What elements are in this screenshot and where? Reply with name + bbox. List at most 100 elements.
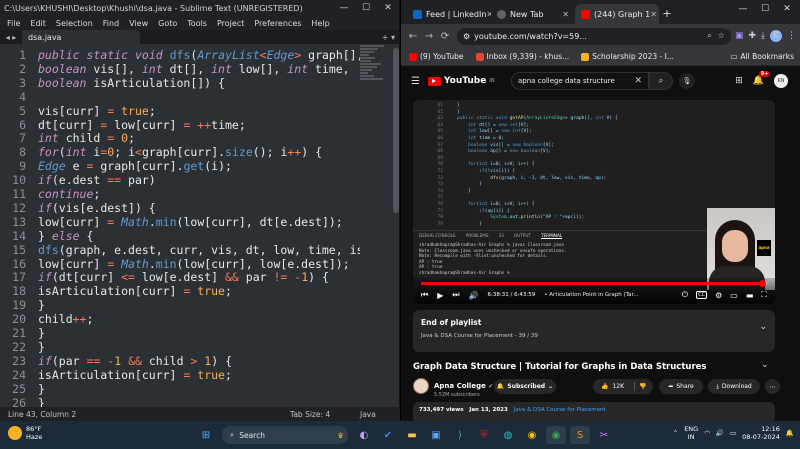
youtube-logo[interactable]: YouTube IN: [427, 76, 495, 86]
clock[interactable]: 12:16 08-07-2024: [742, 425, 780, 441]
tab-menu-icon[interactable]: + ▾: [382, 33, 399, 42]
code-line[interactable]: dt[curr] = low[curr] = ++time;: [38, 118, 246, 132]
code-line[interactable]: child++;: [38, 312, 93, 326]
search-input[interactable]: apna college data structure ✕: [511, 72, 649, 90]
theater-icon[interactable]: ▬: [746, 291, 754, 300]
description-box[interactable]: 733,497 views Jan 13, 2023 Java & DSA Co…: [413, 402, 775, 421]
code-line[interactable]: dfs(graph, e.dest, curr, vis, dt, low, t…: [38, 243, 360, 257]
sublime-text-icon[interactable]: S: [570, 426, 590, 444]
bookmark-inbox[interactable]: Inbox (9,339) - khus...: [475, 52, 569, 61]
code-line[interactable]: isArticulation[curr] = true;: [38, 368, 232, 382]
syntax-mode[interactable]: Java: [360, 410, 376, 419]
chapter-title[interactable]: • Articulation Point in Graph (Tar...: [544, 292, 638, 298]
play-icon[interactable]: ▶: [437, 291, 443, 300]
next-icon[interactable]: ⏭: [452, 290, 459, 300]
profile-avatar[interactable]: K: [770, 30, 782, 42]
vscode-icon[interactable]: ⟩: [450, 426, 470, 444]
puzzle-icon[interactable]: ✚: [748, 31, 756, 41]
back-icon[interactable]: ←: [405, 31, 421, 42]
code-line[interactable]: low[curr] = Math.min(low[curr], dt[e.des…: [38, 215, 343, 229]
code-line[interactable]: vis[curr] = true;: [38, 104, 156, 118]
maximize-icon[interactable]: ☐: [355, 3, 377, 13]
mcafee-icon[interactable]: ⛨: [474, 426, 494, 444]
notification-icon[interactable]: 🔔: [786, 429, 794, 437]
menu-preferences[interactable]: Preferences: [249, 19, 306, 28]
volume-icon[interactable]: 🔊: [469, 291, 479, 300]
forward-icon[interactable]: →: [421, 31, 437, 42]
fullscreen-icon[interactable]: ⛶: [761, 290, 767, 300]
download-button[interactable]: ⤓ Download: [708, 379, 760, 394]
code-line[interactable]: }: [38, 298, 45, 312]
channel-info[interactable]: Apna College ✔ 5.52M subscribers: [413, 378, 493, 398]
star-icon[interactable]: ☆: [718, 31, 725, 41]
reload-icon[interactable]: ⟳: [437, 31, 453, 42]
chevron-down-icon[interactable]: ⌄: [759, 322, 767, 332]
language-indicator[interactable]: ENG IN: [684, 425, 698, 441]
thumbs-down-icon[interactable]: 👎: [639, 383, 646, 390]
editor-scrollbar[interactable]: [393, 44, 399, 407]
tab-new-tab[interactable]: New Tab ✕: [491, 4, 575, 24]
menu-view[interactable]: View: [124, 19, 153, 28]
menu-selection[interactable]: Selection: [51, 19, 98, 28]
close-icon[interactable]: ✕: [377, 3, 399, 13]
code-line[interactable]: int child = 0;: [38, 131, 135, 145]
code-line[interactable]: }: [38, 396, 45, 408]
new-tab-icon[interactable]: +: [659, 7, 675, 20]
todo-check-icon[interactable]: ✔: [378, 426, 398, 444]
progress-handle[interactable]: [758, 280, 766, 287]
code-line[interactable]: if(dt[curr] <= low[e.dest] && par != -1)…: [38, 270, 329, 284]
menu-help[interactable]: Help: [306, 19, 334, 28]
chevron-down-icon[interactable]: ⌄: [761, 360, 769, 370]
chrome-icon[interactable]: ◉: [522, 426, 542, 444]
close-icon[interactable]: ✕: [562, 10, 569, 19]
taskbar-search[interactable]: ⌕ Search ♛: [222, 426, 348, 444]
code-line[interactable]: Edge e = graph[curr].get(i);: [38, 159, 232, 173]
chevron-up-icon[interactable]: ⌃: [673, 429, 678, 437]
share-button[interactable]: ➦ Share: [659, 379, 703, 394]
search-button[interactable]: ⌕: [649, 72, 673, 90]
battery-icon[interactable]: ▭: [730, 429, 736, 437]
extension-icon[interactable]: ▣: [735, 31, 744, 41]
autoplay-toggle-icon[interactable]: ⏻: [682, 290, 688, 300]
captions-icon[interactable]: CC: [696, 291, 708, 299]
video-player[interactable]: 61} 62} 63 public static void getAP(ArrayLi…: [413, 100, 775, 304]
maximize-icon[interactable]: ☐: [754, 4, 776, 14]
tab-nav-arrows-icon[interactable]: ◂ ▸: [0, 33, 22, 42]
code-area[interactable]: public static void dfs(ArrayList<Edge> g…: [38, 44, 360, 407]
clear-icon[interactable]: ✕: [634, 76, 642, 86]
channel-avatar[interactable]: [413, 378, 429, 394]
windows-start-icon[interactable]: ⊞: [196, 426, 216, 444]
minimize-icon[interactable]: —: [732, 4, 754, 14]
file-explorer-icon[interactable]: ▬: [402, 426, 422, 444]
menu-file[interactable]: File: [2, 19, 25, 28]
progress-bar[interactable]: [421, 280, 767, 287]
weather-widget[interactable]: 86°F Haze: [8, 425, 42, 441]
code-line[interactable]: }: [38, 340, 45, 354]
code-line[interactable]: public static void dfs(ArrayList<Edge> g…: [38, 48, 360, 62]
like-button[interactable]: 👍 12K 👎: [593, 379, 653, 394]
download-icon[interactable]: ⤓: [761, 31, 765, 41]
subscribe-button[interactable]: 🔔 Subscribed ⌄: [494, 379, 556, 394]
snipping-tool-icon[interactable]: ✂: [594, 426, 614, 444]
playlist-subtitle[interactable]: Java & DSA Course for Placement - 39 / 3…: [421, 333, 538, 339]
code-line[interactable]: low[curr] = Math.min(low[curr], low[e.de…: [38, 257, 350, 271]
menu-edit[interactable]: Edit: [25, 19, 51, 28]
create-icon[interactable]: ⊞: [735, 76, 743, 86]
mic-icon[interactable]: 🎙: [679, 73, 695, 89]
previous-icon[interactable]: ⏮: [421, 290, 428, 300]
code-line[interactable]: boolean vis[], int dt[], int low[], int …: [38, 62, 350, 76]
tab-youtube[interactable]: (244) Graph 1 ✕: [575, 4, 659, 24]
code-line[interactable]: for(int i=0; i<graph[curr].size(); i++) …: [38, 145, 322, 159]
bookmark-scholarship[interactable]: Scholarship 2023 - I...: [581, 52, 674, 61]
channel-name[interactable]: Apna College: [434, 382, 486, 390]
wifi-icon[interactable]: ◠: [704, 429, 710, 437]
edge-icon[interactable]: ◍: [498, 426, 518, 444]
code-line[interactable]: }: [38, 382, 45, 396]
code-editor[interactable]: 1 2 3 4 5 6 7 8 9 10 11 12 13 14 15 16 17 18 19 20 21 22 23 24 2…: [0, 44, 400, 407]
minimap[interactable]: [360, 44, 390, 104]
hamburger-icon[interactable]: ☰: [411, 76, 420, 87]
menu-dots-icon[interactable]: ⋮: [787, 31, 796, 41]
more-actions-icon[interactable]: ⋯: [765, 379, 780, 394]
course-hashtag[interactable]: Java & DSA Course for Placement: [514, 407, 606, 413]
menu-goto[interactable]: Goto: [153, 19, 182, 28]
